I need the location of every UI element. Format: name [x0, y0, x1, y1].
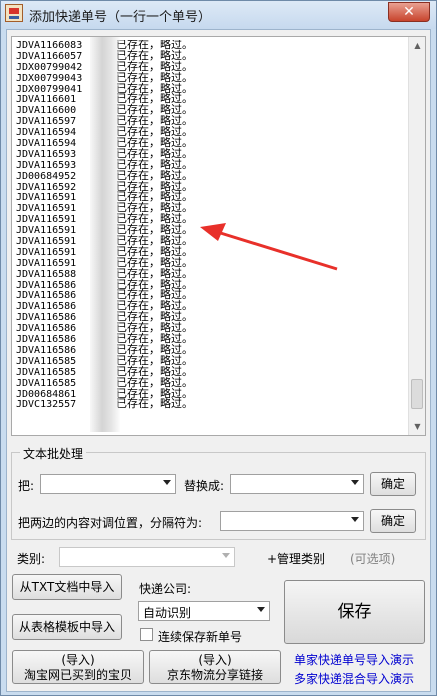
- replace-confirm-button[interactable]: 确定: [370, 472, 416, 496]
- log-line: JDVA116585 已存在，略过。: [16, 355, 406, 367]
- scroll-down-icon[interactable]: ▼: [409, 418, 426, 435]
- log-line: JDVA116586 已存在，略过。: [16, 344, 406, 356]
- chevron-down-icon: [163, 480, 171, 485]
- optional-hint: (可选项): [350, 552, 396, 566]
- close-button[interactable]: ✕: [388, 2, 430, 22]
- log-line: JDVA1166083 已存在，略过。: [16, 40, 406, 51]
- batch-group-title: 文本批处理: [20, 445, 87, 462]
- log-line: JDVA116586 已存在，略过。: [16, 290, 406, 302]
- dialog-window: 添加快递单号（一行一个单号） ✕ JDVA1166083 已存在，略过。 JDVA1…: [0, 0, 437, 696]
- replace-label: 替换成:: [184, 479, 225, 493]
- log-line: JD00684861 已存在，略过。: [16, 388, 406, 400]
- import-taobao-line2: 淘宝网已买到的宝贝: [23, 668, 132, 682]
- log-line: JDX00799041 已存在，略过。: [16, 83, 406, 95]
- window-title: 添加快递单号（一行一个单号）: [29, 10, 212, 25]
- category-label: 类别:: [17, 552, 46, 566]
- continuous-save-label: 连续保存新单号: [158, 630, 243, 644]
- scroll-thumb[interactable]: [411, 379, 423, 409]
- chevron-down-icon: [257, 607, 265, 612]
- log-scrollbar[interactable]: ▲ ▼: [408, 37, 425, 435]
- save-button[interactable]: 保存: [284, 580, 425, 644]
- category-combo[interactable]: [59, 547, 235, 567]
- courier-label: 快递公司:: [139, 582, 192, 596]
- log-line: JDVA116586 已存在，略过。: [16, 300, 406, 312]
- log-line: JDVA116597 已存在，略过。: [16, 115, 406, 127]
- log-line: JD00684952 已存在，略过。: [16, 170, 406, 182]
- import-txt-button[interactable]: 从TXT文档中导入: [12, 574, 122, 600]
- from-combo[interactable]: [40, 474, 176, 494]
- log-line: JDVA116591 已存在，略过。: [16, 192, 406, 204]
- log-line: JDVA116585 已存在，略过。: [16, 366, 406, 378]
- continuous-save-checkbox[interactable]: [140, 628, 153, 641]
- log-line: JDVA116586 已存在，略过。: [16, 333, 406, 345]
- swap-confirm-button[interactable]: 确定: [370, 509, 416, 533]
- log-line: JDVA116591 已存在，略过。: [16, 202, 406, 214]
- single-demo-link[interactable]: 单家快递单号导入演示: [294, 651, 414, 668]
- log-line: JDVA116586 已存在，略过。: [16, 322, 406, 334]
- multi-demo-link[interactable]: 多家快递混合导入演示: [294, 670, 414, 687]
- from-label: 把:: [18, 479, 35, 493]
- import-taobao-button[interactable]: (导入) 淘宝网已买到的宝贝: [12, 650, 144, 684]
- title-bar[interactable]: 添加快递单号（一行一个单号） ✕: [1, 1, 436, 29]
- client-area: JDVA1166083 已存在，略过。 JDVA1166057 已存在，略过。 JDX0…: [6, 29, 431, 692]
- import-jd-line2: 京东物流分享链接: [166, 668, 263, 682]
- log-line: JDVA116585 已存在，略过。: [16, 377, 406, 389]
- log-line: JDVA116594 已存在，略过。: [16, 126, 406, 138]
- courier-combo[interactable]: 自动识别: [138, 601, 270, 621]
- log-line: JDVA116601 已存在，略过。: [16, 94, 406, 106]
- log-line: JDVA116592 已存在，略过。: [16, 181, 406, 193]
- import-template-button[interactable]: 从表格模板中导入: [12, 614, 122, 640]
- annotation-arrow-icon: [200, 223, 338, 271]
- redaction-blur: [90, 37, 120, 432]
- log-textarea[interactable]: JDVA1166083 已存在，略过。 JDVA1166057 已存在，略过。 JDX0…: [11, 36, 426, 436]
- log-line: JDVA1166057 已存在，略过。: [16, 50, 406, 62]
- swap-label: 把两边的内容对调位置，分隔符为:: [18, 516, 203, 530]
- replace-combo[interactable]: [230, 474, 364, 494]
- log-line: JDVA116594 已存在，略过。: [16, 137, 406, 149]
- log-line: JDX00799042 已存在，略过。: [16, 61, 406, 73]
- chevron-down-icon: [351, 480, 359, 485]
- log-line: JDX00799043 已存在，略过。: [16, 72, 406, 84]
- import-jd-button[interactable]: (导入) 京东物流分享链接: [149, 650, 281, 684]
- log-line: JDVA116593 已存在，略过。: [16, 148, 406, 160]
- scroll-up-icon[interactable]: ▲: [409, 37, 426, 54]
- log-line: JDVA116593 已存在，略过。: [16, 159, 406, 171]
- import-taobao-line1: (导入): [61, 653, 95, 667]
- log-line-status: 已存在，略过。: [116, 397, 193, 411]
- log-line: JDVA116586 已存在，略过。: [16, 311, 406, 323]
- log-line: JDVA116600 已存在，略过。: [16, 104, 406, 116]
- manage-category-link[interactable]: +管理类别: [267, 550, 325, 567]
- batch-group: 文本批处理 把: 替换成: 确定 把两边的内容对调位置，分隔符为: 确定: [11, 445, 426, 540]
- import-jd-line1: (导入): [198, 653, 232, 667]
- log-line: JDVA116586 已存在，略过。: [16, 279, 406, 291]
- chevron-down-icon: [222, 553, 230, 558]
- separator-combo[interactable]: [220, 511, 364, 531]
- chevron-down-icon: [351, 517, 359, 522]
- app-icon: [5, 4, 23, 22]
- log-line: JDVC132557 已存在，略过。: [16, 397, 406, 411]
- courier-selected: 自动识别: [143, 606, 192, 620]
